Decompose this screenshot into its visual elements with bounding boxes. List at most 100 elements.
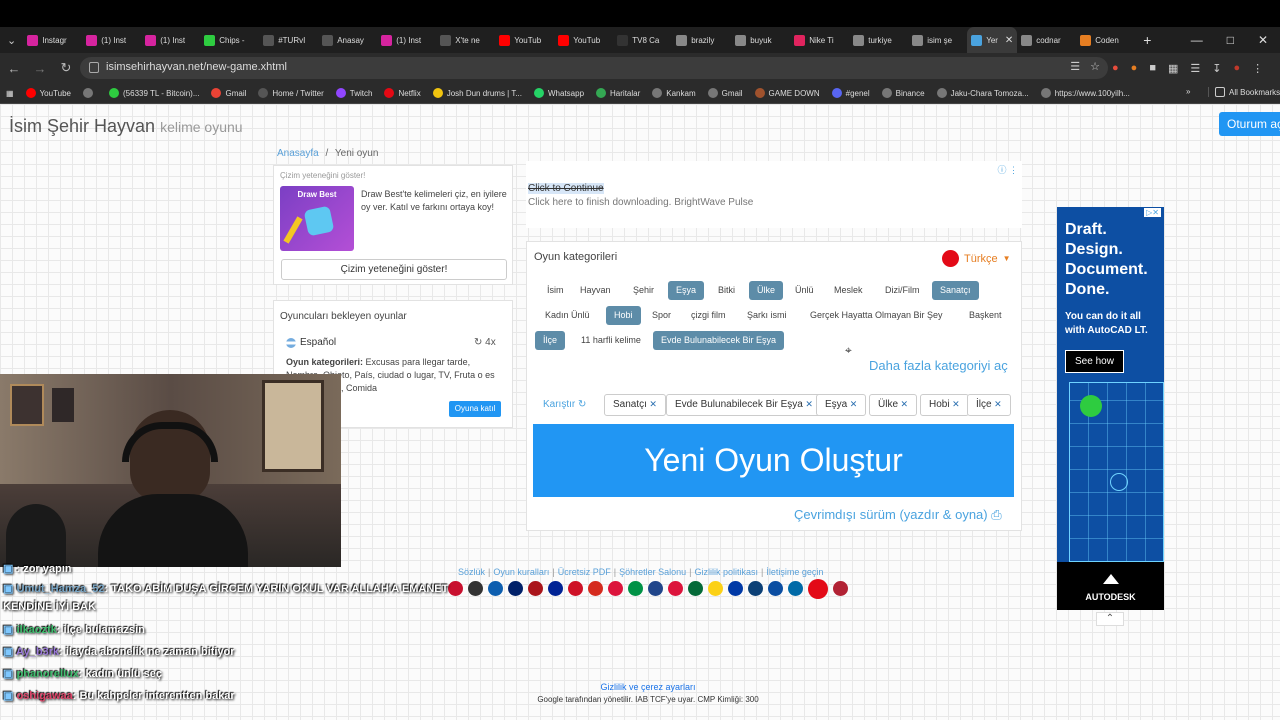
browser-tab[interactable]: Instagr	[23, 27, 82, 53]
language-flag-icon[interactable]	[728, 581, 743, 596]
bookmark-item[interactable]: Kankam	[646, 88, 701, 98]
remove-tag-icon[interactable]: ✕	[898, 399, 909, 409]
browser-tab[interactable]: isim şe	[908, 27, 967, 53]
bookmark-item[interactable]: https://www.100yilh...	[1035, 88, 1136, 98]
top-advertisement[interactable]: Click to Continue Click here to finish d…	[526, 161, 1022, 228]
category-chip[interactable]: İlçe	[535, 331, 566, 350]
ad-info-icon[interactable]: ⓘ ⋮	[997, 163, 1018, 176]
ad-choices-icon[interactable]: ▷✕	[1144, 208, 1161, 217]
bookmark-item[interactable]	[77, 88, 103, 98]
category-chip[interactable]: Ülke	[749, 281, 784, 300]
browser-tab[interactable]: (1) Inst	[141, 27, 200, 53]
translate-icon[interactable]: ☰	[1070, 60, 1080, 73]
new-tab-button[interactable]: +	[1135, 32, 1159, 48]
reading-list-icon[interactable]: ☰	[1190, 62, 1200, 75]
draw-best-thumbnail[interactable]: Draw Best	[280, 186, 354, 251]
bookmark-item[interactable]: Gmail	[702, 88, 749, 98]
language-flag-icon[interactable]	[528, 581, 543, 596]
selected-category-tag[interactable]: Eşya ✕	[816, 394, 867, 416]
category-chip[interactable]: Bitki	[710, 281, 743, 300]
category-chip[interactable]: Spor	[644, 306, 679, 325]
footer-link[interactable]: İletişime geçin	[766, 567, 823, 577]
language-flag-icon[interactable]	[668, 581, 683, 596]
language-flag-icon[interactable]	[788, 581, 803, 596]
reload-icon[interactable]: ↻	[54, 60, 78, 76]
browser-tab[interactable]: X'te ne	[436, 27, 495, 53]
category-chip[interactable]: Meslek	[826, 281, 871, 300]
remove-tag-icon[interactable]: ✕	[803, 399, 813, 409]
language-flag-icon[interactable]	[488, 581, 503, 596]
forward-arrow-icon[interactable]: →	[28, 61, 52, 76]
footer-link[interactable]: Ücretsiz PDF	[558, 567, 611, 577]
remove-tag-icon[interactable]: ✕	[847, 399, 858, 409]
language-flag-icon[interactable]	[768, 581, 783, 596]
browser-tab[interactable]: turkiye	[849, 27, 908, 53]
language-flag-icon[interactable]	[833, 581, 848, 596]
browser-tab[interactable]: buyuk	[731, 27, 790, 53]
language-flag-icon[interactable]	[548, 581, 563, 596]
close-tab-icon[interactable]: ✕	[1005, 35, 1013, 46]
language-flag-icon[interactable]	[748, 581, 763, 596]
login-button[interactable]: Oturum aç	[1219, 112, 1280, 136]
ad-collapse-chevron-icon[interactable]: ⌃	[1096, 612, 1124, 626]
remove-tag-icon[interactable]: ✕	[647, 399, 657, 409]
browser-tab[interactable]: YouTub	[554, 27, 613, 53]
category-chip[interactable]: Evde Bulunabilecek Bir Eşya	[653, 331, 785, 350]
category-chip[interactable]: Hobi	[606, 306, 641, 325]
minimize-icon[interactable]: —	[1191, 33, 1203, 47]
draw-best-button[interactable]: Çizim yeteneğini göster!	[281, 259, 507, 280]
browser-tab[interactable]: Yer ✕	[967, 27, 1018, 53]
extension-icon[interactable]: ■	[1149, 62, 1156, 74]
bookmark-item[interactable]: Gmail	[205, 88, 252, 98]
browser-tab[interactable]: Coden	[1076, 27, 1135, 53]
language-flag-icon[interactable]	[708, 581, 723, 596]
language-flag-icon[interactable]	[568, 581, 583, 596]
apps-grid-icon[interactable]: ▦	[0, 89, 20, 98]
remove-tag-icon[interactable]: ✕	[992, 399, 1002, 409]
browser-tab[interactable]: TV8 Ca	[613, 27, 672, 53]
category-chip[interactable]: Gerçek Hayatta Olmayan Bir Şey	[802, 306, 951, 325]
bookmark-item[interactable]: Josh Dun drums | T...	[427, 88, 528, 98]
profile-avatar[interactable]: ●	[1233, 62, 1240, 74]
download-icon[interactable]: ↧	[1212, 62, 1221, 75]
category-chip[interactable]: Kadın Ünlü	[537, 306, 598, 325]
bookmark-item[interactable]: Whatsapp	[528, 88, 590, 98]
autocad-advertisement[interactable]: Draft. Design. Document. Done. You can d…	[1057, 207, 1164, 610]
offline-version-link[interactable]: Çevrimdışı sürüm (yazdır & oyna) ⎙	[794, 507, 1002, 523]
browser-menu-icon[interactable]: ⋮	[1252, 62, 1263, 75]
extensions-puzzle-icon[interactable]: ▦	[1168, 62, 1178, 75]
all-bookmarks-folder[interactable]: All Bookmarks	[1208, 87, 1280, 97]
browser-tab[interactable]: (1) Inst	[377, 27, 436, 53]
site-brand[interactable]: İsim Şehir Hayvan kelime oyunu	[9, 116, 243, 137]
category-chip[interactable]: çizgi film	[683, 306, 734, 325]
category-chip[interactable]: Başkent	[961, 306, 1010, 325]
selected-category-tag[interactable]: Evde Bulunabilecek Bir Eşya ✕	[666, 394, 822, 416]
join-game-button[interactable]: Oyuna katıl	[449, 401, 501, 417]
url-field[interactable]: isimsehirhayvan.net/new-game.xhtml ☰ ☆	[80, 57, 1108, 79]
category-chip[interactable]: Şehir	[625, 281, 662, 300]
see-how-button[interactable]: See how	[1065, 350, 1124, 373]
more-bookmarks-chevron-icon[interactable]: »	[1180, 87, 1196, 96]
footer-link[interactable]: Şöhretler Salonu	[619, 567, 686, 577]
category-chip[interactable]: Dizi/Film	[877, 281, 928, 300]
bookmark-star-icon[interactable]: ☆	[1090, 60, 1100, 73]
close-window-icon[interactable]: ✕	[1258, 33, 1268, 47]
selected-category-tag[interactable]: Sanatçı ✕	[604, 394, 666, 416]
selected-category-tag[interactable]: Ülke ✕	[869, 394, 918, 416]
extension-icon[interactable]: ●	[1131, 62, 1138, 74]
category-chip[interactable]: Ünlü	[787, 281, 822, 300]
bookmark-item[interactable]: Netflix	[378, 88, 426, 98]
category-chip[interactable]: 11 harfli kelime	[573, 331, 649, 350]
language-flag-icon[interactable]	[468, 581, 483, 596]
bookmark-item[interactable]: Twitch	[330, 88, 379, 98]
category-chip[interactable]: Eşya	[668, 281, 705, 300]
language-flag-icon[interactable]	[648, 581, 663, 596]
selected-category-tag[interactable]: Hobi ✕	[920, 394, 969, 416]
ad-title[interactable]: Click to Continue	[528, 183, 604, 194]
language-flag-icon[interactable]	[628, 581, 643, 596]
site-info-icon[interactable]	[89, 62, 99, 73]
maximize-icon[interactable]: □	[1227, 33, 1234, 47]
bookmark-item[interactable]: Binance	[876, 88, 931, 98]
category-chip[interactable]: Hayvan	[572, 281, 619, 300]
footer-link[interactable]: Gizlilik politikası	[694, 567, 758, 577]
